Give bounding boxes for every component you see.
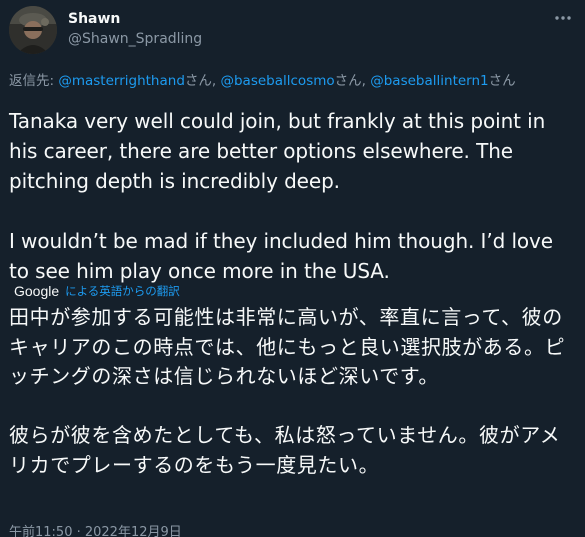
user-avatar-image [9, 6, 57, 54]
tweet-timestamp[interactable]: 午前11:50 · 2022年12月9日 [9, 523, 182, 537]
reply-to-prefix: 返信先: [9, 73, 59, 89]
mention-link[interactable]: @baseballcosmo [220, 73, 334, 89]
mention-suffix: さん, [334, 73, 371, 89]
author-info: Shawn @Shawn_Spradling [68, 9, 202, 49]
more-horizontal-icon [555, 16, 571, 20]
mention-suffix: さん [488, 73, 516, 89]
tweet: Shawn @Shawn_Spradling 返信先: @masterright… [0, 0, 585, 537]
translated-text: 田中が参加する可能性は非常に高いが、率直に言って、彼のキャリアのこの時点では、他… [9, 305, 566, 477]
translation-label-link[interactable]: による英語からの翻訳 [65, 283, 180, 299]
mention-link[interactable]: @masterrighthand [58, 73, 185, 89]
avatar[interactable] [9, 6, 57, 54]
google-logo: Google [14, 283, 60, 299]
reply-to-line: 返信先: @masterrighthandさん, @baseballcosmoさ… [9, 71, 516, 91]
author-handle[interactable]: @Shawn_Spradling [68, 29, 202, 49]
mention-link[interactable]: @baseballintern1 [370, 73, 488, 89]
mention-suffix: さん, [184, 73, 221, 89]
translation-attribution: Google による英語からの翻訳 [14, 283, 180, 299]
tweet-text: Tanaka very well could join, but frankly… [9, 109, 553, 283]
more-options-button[interactable] [553, 8, 573, 28]
author-display-name[interactable]: Shawn [68, 9, 202, 29]
